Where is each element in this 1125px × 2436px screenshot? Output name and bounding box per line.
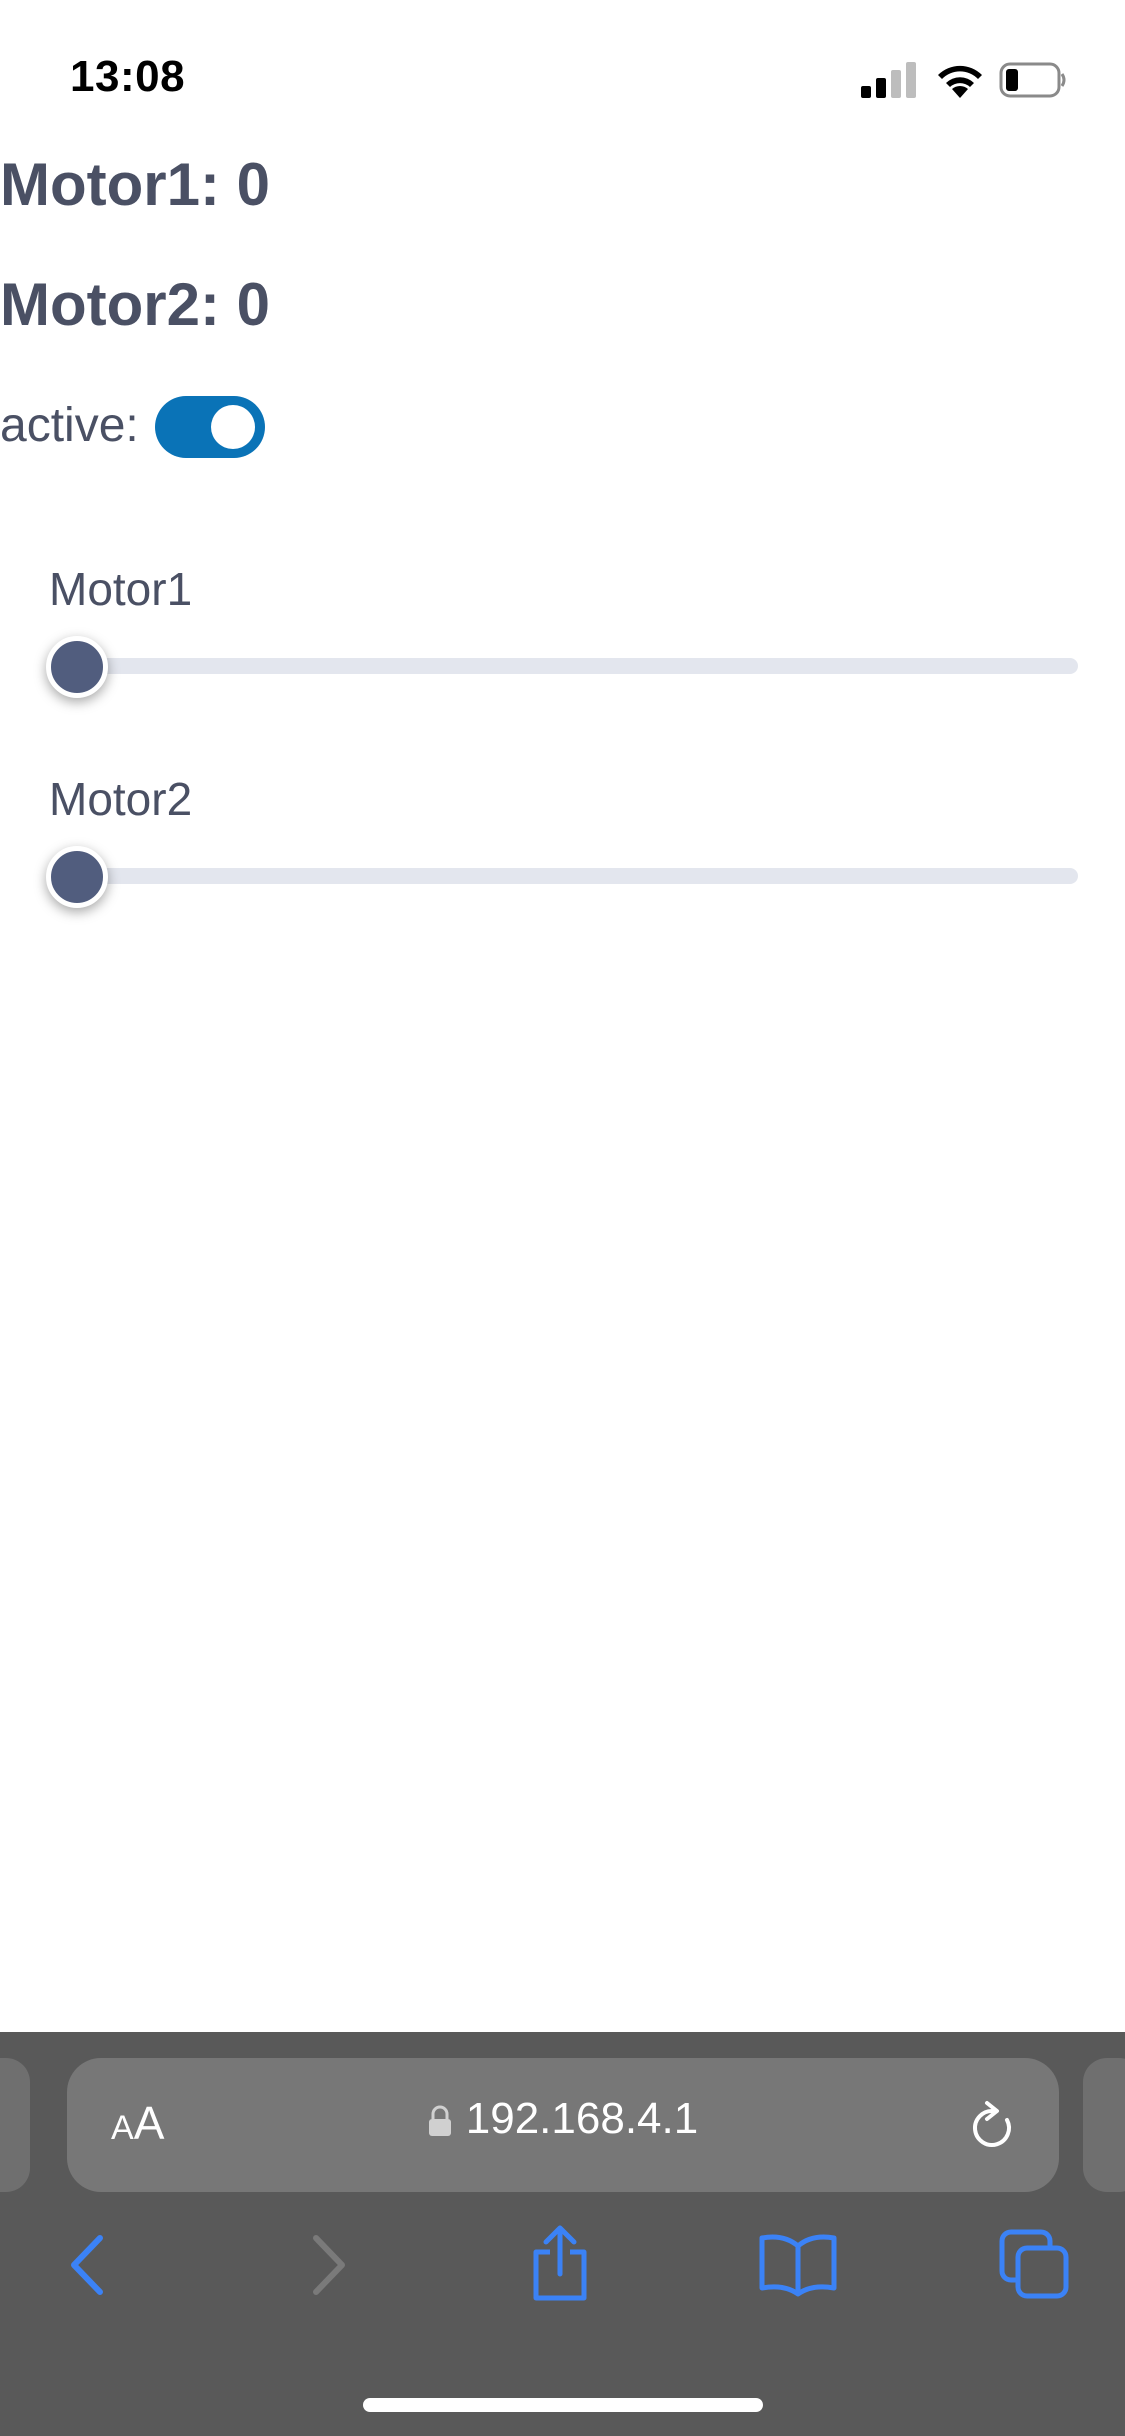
slider-thumb[interactable] — [46, 846, 108, 908]
previous-tab-preview[interactable] — [0, 2058, 30, 2192]
reload-icon[interactable] — [967, 2098, 1019, 2154]
toggle-knob — [211, 405, 255, 449]
motor2-slider-label: Motor2 — [49, 773, 193, 825]
browser-toolbar: AA 192.168.4.1 — [0, 2032, 1125, 2436]
back-icon[interactable] — [62, 2232, 112, 2298]
motor1-value-heading: Motor1: 0 — [0, 151, 270, 218]
motor1-slider-label: Motor1 — [49, 563, 193, 615]
bookmarks-icon[interactable] — [756, 2232, 840, 2298]
cellular-signal-icon — [861, 62, 916, 98]
url-text: 192.168.4.1 — [465, 2094, 699, 2143]
next-tab-preview[interactable] — [1083, 2058, 1125, 2192]
url-display[interactable]: 192.168.4.1 — [67, 2094, 1059, 2144]
share-icon[interactable] — [528, 2224, 592, 2302]
battery-icon — [999, 62, 1066, 98]
tabs-icon[interactable] — [998, 2228, 1070, 2300]
active-label: active: — [0, 399, 139, 452]
forward-icon[interactable] — [304, 2232, 354, 2298]
slider-thumb[interactable] — [46, 636, 108, 698]
slider-track[interactable] — [50, 658, 1078, 674]
home-indicator[interactable] — [363, 2398, 763, 2412]
motor2-slider[interactable] — [46, 846, 1078, 908]
active-toggle[interactable] — [155, 396, 265, 458]
motor1-slider[interactable] — [46, 636, 1078, 698]
lock-icon — [428, 2105, 451, 2137]
status-time: 13:08 — [70, 52, 186, 101]
motor2-value-heading: Motor2: 0 — [0, 271, 270, 338]
status-bar: 13:08 — [0, 0, 1125, 140]
slider-track[interactable] — [50, 868, 1078, 884]
wifi-icon — [938, 65, 982, 98]
address-bar[interactable]: AA 192.168.4.1 — [67, 2058, 1059, 2192]
